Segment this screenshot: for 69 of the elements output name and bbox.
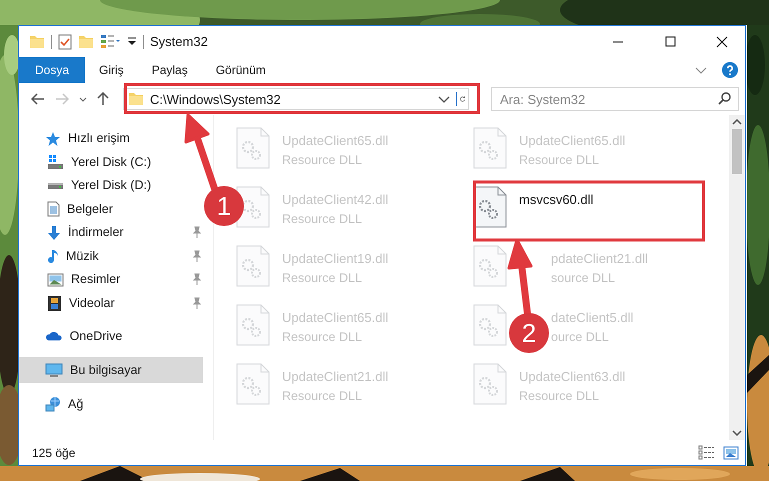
item-count: 125 öğe: [32, 444, 76, 462]
dropdown-icon[interactable]: [438, 96, 450, 102]
address-path: C:\Windows\System32: [150, 92, 281, 106]
help-icon[interactable]: [721, 61, 739, 79]
file-type: ource DLL: [551, 328, 610, 346]
pin-icon[interactable]: [193, 273, 201, 286]
nav-item[interactable]: Videolar: [19, 292, 203, 315]
step-number-badge: 1: [204, 186, 244, 226]
search-icon[interactable]: [718, 92, 731, 105]
nav-item[interactable]: Yerel Disk (C:): [19, 150, 203, 174]
cloud-icon: [45, 330, 63, 342]
layout-icon[interactable]: [100, 34, 121, 49]
drive-icon: [47, 182, 64, 190]
ribbon-tab[interactable]: Paylaş: [138, 57, 202, 83]
nav-item[interactable]: Müzik: [19, 244, 203, 268]
file-type: Resource DLL: [282, 152, 363, 168]
forward-icon[interactable]: [55, 93, 69, 105]
refresh-icon[interactable]: [456, 92, 468, 106]
monitor-icon: [45, 362, 63, 378]
network-icon: [45, 396, 61, 412]
file-name[interactable]: msvcsv60.dll: [519, 190, 594, 210]
file-type: Resource DLL: [519, 152, 600, 168]
nav-item[interactable]: OneDrive: [19, 323, 203, 349]
expand-ribbon-icon[interactable]: [695, 66, 707, 74]
nav-item[interactable]: Yerel Disk (D:): [19, 174, 203, 198]
nav-item[interactable]: Belgeler: [19, 198, 203, 221]
back-icon[interactable]: [31, 93, 45, 105]
file-type: source DLL: [551, 270, 616, 286]
picture-icon: [47, 272, 64, 287]
download-icon: [47, 224, 61, 241]
dll-file-icon[interactable]: [473, 186, 507, 228]
address-bar[interactable]: C:\Windows\System32: [123, 88, 469, 110]
folder-icon: [128, 92, 144, 106]
ribbon-tab[interactable]: Dosya: [19, 57, 86, 83]
nav-item[interactable]: Hızlı erişim: [19, 127, 179, 150]
file-type: Resource DLL: [282, 210, 363, 228]
scrollbar[interactable]: [729, 115, 745, 440]
details-view-icon[interactable]: [698, 445, 715, 460]
film-icon: [47, 294, 62, 312]
pin-icon[interactable]: [193, 296, 201, 310]
nav-item[interactable]: Bu bilgisayar: [19, 357, 203, 383]
music-note-icon: [47, 248, 59, 264]
properties-icon[interactable]: [58, 34, 72, 50]
nav-item[interactable]: Resimler: [19, 268, 203, 292]
file-type: Resource DLL: [282, 328, 363, 346]
scroll-down-icon[interactable]: [732, 430, 742, 436]
file-type: Resource DLL: [519, 388, 600, 404]
maximize-icon: [664, 36, 676, 47]
pin-icon[interactable]: [193, 250, 201, 263]
window-title: System32: [150, 32, 208, 51]
customize-toolbar-icon[interactable]: [127, 37, 137, 46]
large-icons-view-icon[interactable]: [723, 446, 739, 460]
close-icon: [716, 36, 728, 48]
nav-item[interactable]: İndirmeler: [19, 221, 203, 244]
ribbon-tab[interactable]: Giriş: [85, 57, 138, 83]
file-type: Resource DLL: [282, 388, 363, 404]
pin-icon[interactable]: [193, 226, 201, 240]
search-field[interactable]: Ara: System32: [491, 87, 739, 111]
recent-locations-icon[interactable]: [79, 96, 87, 102]
document-icon: [47, 201, 60, 218]
file-type: Resource DLL: [282, 270, 363, 286]
drive-icon: [47, 154, 64, 170]
scroll-up-icon[interactable]: [732, 119, 742, 125]
up-icon[interactable]: [97, 92, 109, 106]
star-icon: [45, 130, 61, 147]
nav-item[interactable]: Ağ: [19, 391, 203, 417]
step-number-badge: 2: [509, 313, 549, 353]
scroll-thumb[interactable]: [732, 129, 742, 174]
ribbon-tab[interactable]: Görünüm: [202, 57, 280, 83]
